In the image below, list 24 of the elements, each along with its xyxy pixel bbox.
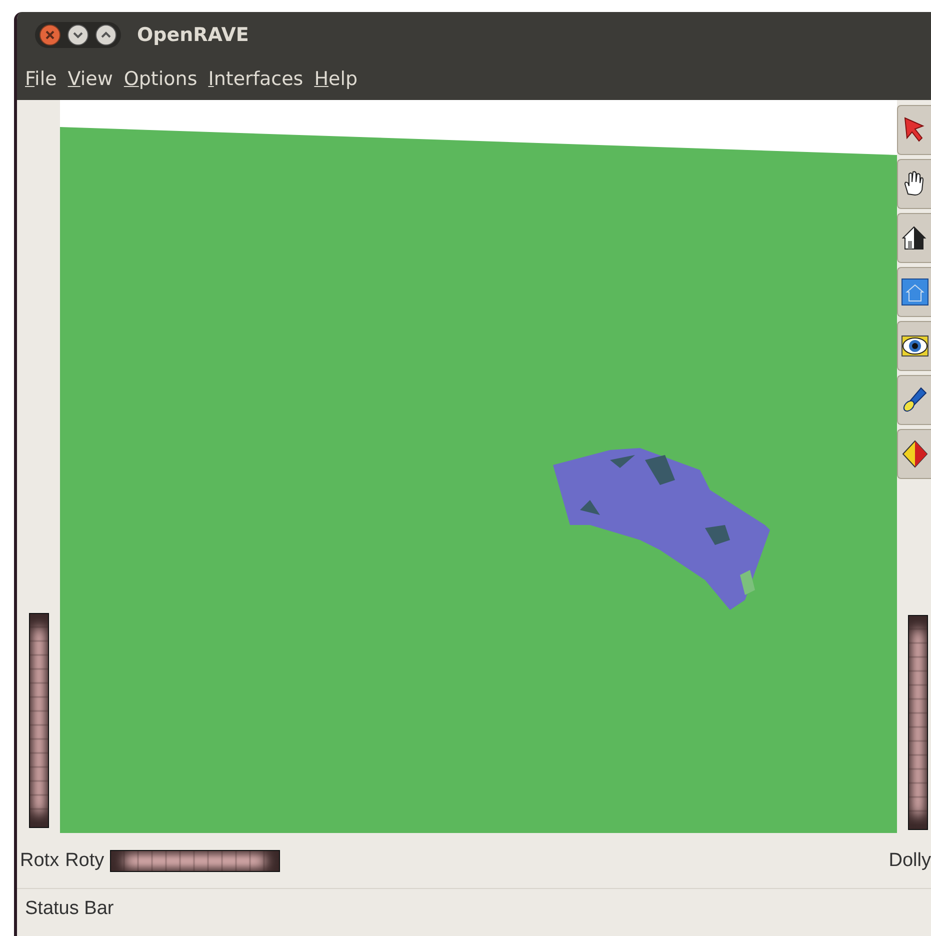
toolbar-button[interactable] (897, 267, 931, 317)
menu-item[interactable]: File (25, 68, 57, 90)
menu-item[interactable]: Interfaces (208, 68, 304, 90)
toolbar-button[interactable] (897, 213, 931, 263)
toolbar-button[interactable] (897, 429, 931, 479)
dolly-label: Dolly (888, 850, 931, 872)
menu-item[interactable]: View (68, 68, 113, 90)
toolbar-button[interactable] (897, 375, 931, 425)
thumbwheel[interactable] (28, 613, 48, 828)
blueprint-house-icon (898, 276, 930, 308)
roty-label: Roty (65, 850, 104, 872)
menu-item[interactable]: Help (314, 68, 358, 90)
thumbwheel[interactable] (908, 615, 928, 830)
rotx-label: Rotx (20, 850, 60, 872)
status-bar-text: Status Bar (25, 898, 114, 920)
toolbar-button[interactable] (897, 321, 931, 371)
toolbar-button[interactable] (897, 105, 931, 155)
toolbar-button[interactable] (897, 159, 931, 209)
maximize-icon[interactable] (95, 24, 117, 46)
window-title: OpenRAVE (137, 24, 249, 46)
thumbwheel[interactable] (110, 850, 280, 872)
minimize-icon[interactable] (67, 24, 89, 46)
close-icon[interactable] (39, 24, 61, 46)
menu-item[interactable]: Options (124, 68, 198, 90)
